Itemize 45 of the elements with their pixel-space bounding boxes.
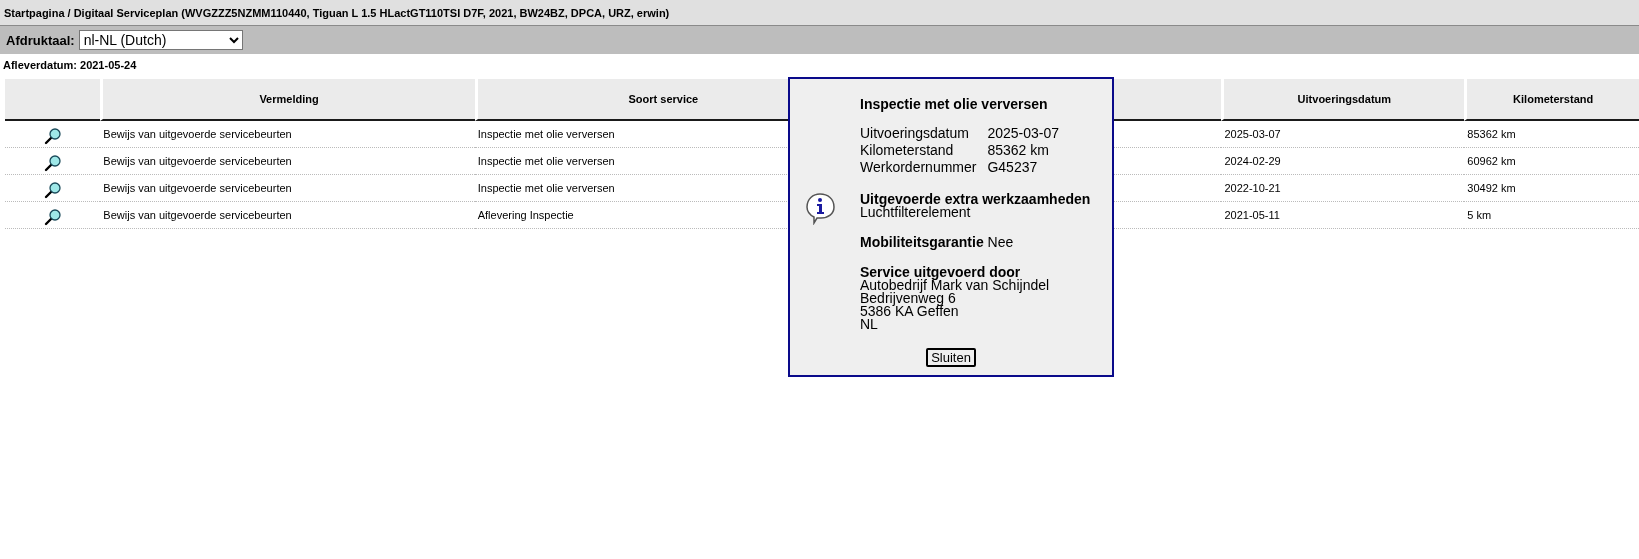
table-cell: 2021-05-11 <box>1224 209 1280 221</box>
magnifier-icon[interactable] <box>43 181 62 199</box>
language-dropdown[interactable]: nl-NL (Dutch) <box>78 30 243 50</box>
magnifier-icon[interactable] <box>43 154 62 172</box>
section-heading: Service uitgevoerd door <box>860 266 1021 279</box>
magnifier-icon[interactable] <box>43 208 62 226</box>
popup-title: Inspectie met olie verversen <box>860 96 1049 112</box>
section-heading: Mobiliteitsgarantie <box>860 234 984 250</box>
table-cell: Bewijs van uitgevoerde servicebeurten <box>103 128 292 140</box>
detail-label: Kilometerstand <box>860 142 955 159</box>
section-text: 5386 KA Geffen <box>860 305 960 318</box>
close-button[interactable]: Sluiten <box>926 348 976 367</box>
table-cell: 5 km <box>1467 209 1492 221</box>
detail-value: 2025-03-07 <box>987 125 1060 142</box>
table-cell: 85362 km <box>1467 128 1516 140</box>
table-cell: 30492 km <box>1467 182 1516 194</box>
table-cell: Inspectie met olie verversen <box>477 128 615 140</box>
table-cell: Bewijs van uitgevoerde servicebeurten <box>103 209 292 221</box>
table-cell: 2024-02-29 <box>1224 155 1281 167</box>
column-header: Vermelding <box>100 79 475 121</box>
breadcrumb: Startpagina / Digitaal Serviceplan (WVGZZZ5NZMM110440, Tiguan L 1.5 HLactGT110TSI D7F, 2021, BW24BZ, DPCA, URZ, erwin) <box>4 6 670 19</box>
table-cell: 2025-03-07 <box>1224 128 1281 140</box>
table-cell: Bewijs van uitgevoerde servicebeurten <box>103 182 292 194</box>
table-cell: 60962 km <box>1467 155 1516 167</box>
info-icon <box>803 191 837 225</box>
detail-label: Uitvoeringsdatum <box>860 125 970 142</box>
section-text: NL <box>860 318 879 331</box>
table-cell: Bewijs van uitgevoerde servicebeurten <box>103 155 292 167</box>
column-header: Uitvoeringsdatum <box>1221 79 1465 121</box>
delivery-date: Afleverdatum: 2021-05-24 <box>2 58 138 73</box>
table-cell: 2022-10-21 <box>1224 182 1281 194</box>
section-text: Nee <box>987 234 1014 250</box>
print-language-label: Afdruktaal: <box>6 32 75 48</box>
section-text: Bedrijvenweg 6 <box>860 292 956 305</box>
magnifier-icon[interactable] <box>43 127 62 145</box>
section-text: Luchtfilterelement <box>860 206 972 219</box>
table-cell: Inspectie met olie verversen <box>477 155 615 167</box>
detail-value: 85362 km <box>987 142 1050 159</box>
detail-value: G45237 <box>987 159 1039 176</box>
section-text: Autobedrijf Mark van Schijndel <box>860 279 1051 292</box>
column-header: Kilometerstand <box>1464 79 1639 121</box>
detail-label: Werkordernummer <box>860 159 977 176</box>
table-cell: Inspectie met olie verversen <box>477 182 615 194</box>
table-cell: Aflevering Inspectie <box>477 209 574 221</box>
section-heading: Uitgevoerde extra werkzaamheden <box>860 193 1092 206</box>
